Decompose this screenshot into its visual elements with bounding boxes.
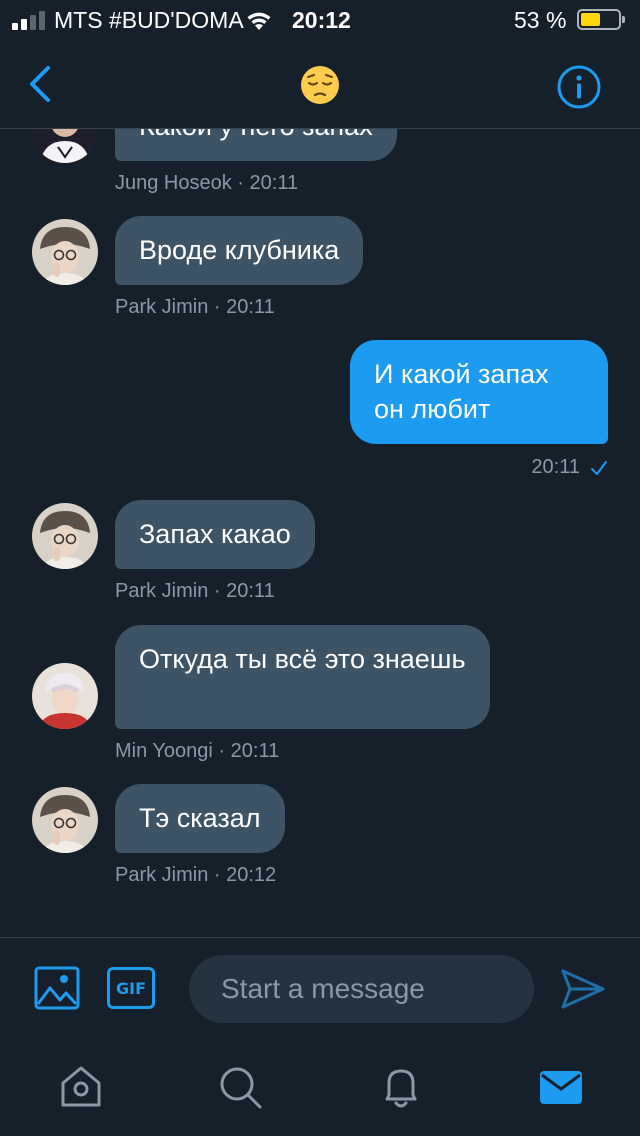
carrier-name: MTS #BUD'DOMA <box>54 7 244 33</box>
info-icon[interactable] <box>556 64 602 110</box>
message-meta: Park Jimin · 20:11 <box>115 296 275 318</box>
home-icon[interactable] <box>57 1063 105 1111</box>
back-button[interactable] <box>22 60 62 108</box>
message-bubble[interactable]: Тэ сказал <box>115 784 285 853</box>
message-meta: Park Jimin · 20:11 <box>115 580 275 602</box>
notifications-icon[interactable] <box>377 1063 425 1111</box>
wifi-icon <box>247 12 271 30</box>
send-icon[interactable] <box>560 968 606 1010</box>
checkmark-icon <box>591 460 607 475</box>
avatar-park-jimin[interactable] <box>32 787 98 853</box>
message-meta: Jung Hoseok · 20:11 <box>115 172 299 194</box>
dm-conversation-screen: MTS #BUD'DOMA 20:12 53 % Jung Hoseok · 2… <box>0 0 640 1136</box>
messages-icon[interactable] <box>537 1063 585 1111</box>
outgoing-message-meta: 20:11 <box>531 456 608 479</box>
battery-percentage: 53 % <box>514 7 567 33</box>
message-bubble[interactable]: Откуда ты всё это знаешь <box>115 625 490 729</box>
message-meta: Min Yoongi · 20:11 <box>115 740 280 762</box>
search-icon[interactable] <box>216 1063 264 1111</box>
message-bubble[interactable]: Какой у него запах <box>115 129 397 161</box>
message-text: Какой у него запах <box>139 129 373 141</box>
avatar-jung-hoseok[interactable] <box>32 129 98 163</box>
message-meta: Park Jimin · 20:12 <box>115 864 277 886</box>
message-text: Запах какао <box>139 519 291 549</box>
message-text: Откуда ты всё это знаешь <box>139 644 466 674</box>
message-text: Вроде клубника <box>139 235 340 265</box>
message-bubble[interactable]: Вроде клубника <box>115 216 364 285</box>
gif-button[interactable]: GIF <box>107 967 155 1009</box>
chevron-left-icon <box>30 66 50 102</box>
bottom-tab-bar <box>0 1037 640 1136</box>
message-composer: GIF <box>0 937 640 1038</box>
status-bar: MTS #BUD'DOMA 20:12 53 % <box>0 0 640 40</box>
signal-strength-icon <box>12 10 46 30</box>
outgoing-message-bubble[interactable]: И какой запах он любит <box>350 340 608 444</box>
message-list[interactable]: Какой у него запах Jung Hoseok · 20:11 В… <box>0 129 640 937</box>
avatar-min-yoongi[interactable] <box>32 663 98 729</box>
message-time: 20:11 <box>531 456 580 478</box>
avatar-park-jimin[interactable] <box>32 503 98 569</box>
avatar-park-jimin[interactable] <box>32 219 98 285</box>
message-input[interactable] <box>189 955 534 1023</box>
message-text: И какой запах он любит <box>374 359 549 424</box>
message-bubble[interactable]: Запах какао <box>115 500 315 569</box>
message-text: Тэ сказал <box>139 803 261 833</box>
conversation-header <box>0 40 640 129</box>
status-time: 20:12 <box>292 7 351 33</box>
pensive-face-emoji[interactable] <box>300 65 340 105</box>
battery-icon <box>577 9 625 30</box>
image-icon[interactable] <box>34 966 80 1010</box>
